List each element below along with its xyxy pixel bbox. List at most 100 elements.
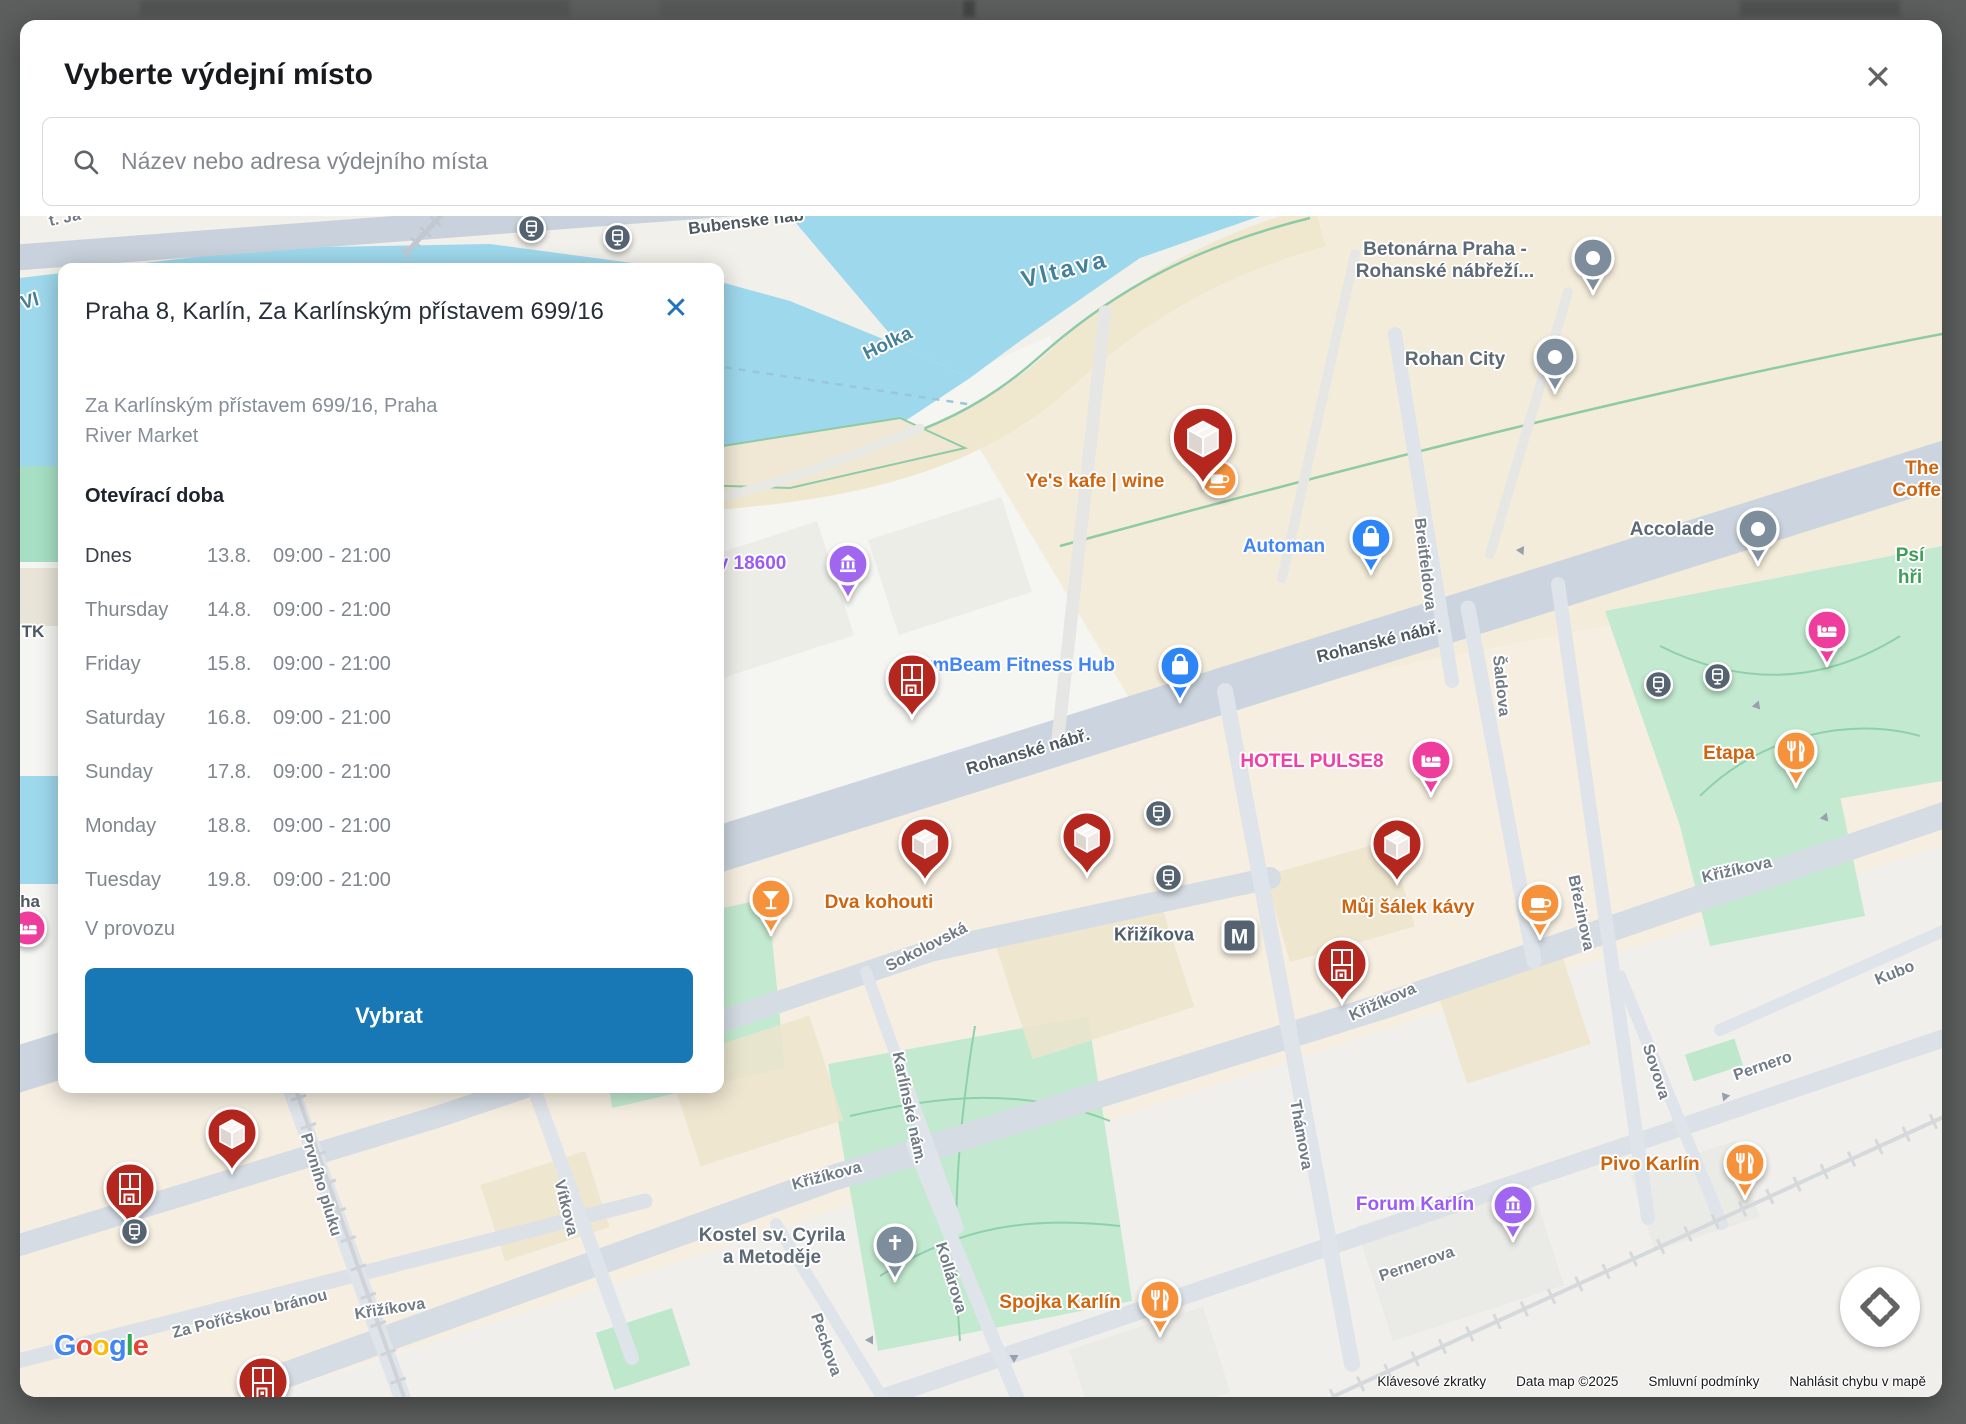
hours-time: 09:00 - 21:00 (273, 761, 585, 784)
poi-label-betonarna: Betonárna Praha - Rohanské nábřeží... (1356, 239, 1534, 283)
restaurant-pin-etapa[interactable] (1772, 728, 1820, 790)
transit-stop-icon[interactable] (602, 222, 633, 253)
metro-station-icon[interactable]: M (1221, 917, 1258, 954)
transit-stop-icon[interactable] (1153, 862, 1184, 893)
shop-pin-automan[interactable] (1347, 515, 1395, 577)
poi-label-spojka-karlin: Spojka Karlín (999, 1292, 1120, 1314)
opening-hours-row: Dnes 13.8. 09:00 - 21:00 (85, 529, 585, 583)
address-line: River Market (85, 421, 437, 451)
poi-label-accolade: Accolade (1630, 519, 1714, 541)
opening-hours-heading: Otevírací doba (85, 485, 224, 508)
pickup-point-pin[interactable] (896, 815, 954, 887)
pickup-point-pin[interactable] (1368, 816, 1426, 888)
hotel-pin-pulse8[interactable] (1407, 737, 1455, 799)
poi-label-kostel: Kostel sv. Cyrila a Metoděje (699, 1225, 845, 1269)
select-button[interactable]: Vybrat (85, 968, 693, 1063)
poi-label-yes-kafe: Ye's kafe | wine (1026, 471, 1165, 493)
church-pin-kostel[interactable] (871, 1222, 919, 1284)
restaurant-pin-pivo-karlin[interactable] (1721, 1140, 1769, 1202)
hours-day: Friday (85, 653, 207, 676)
card-close-button[interactable]: ✕ (656, 289, 696, 329)
poi-label-pivo-karlin: Pivo Karlín (1600, 1154, 1699, 1176)
hours-day: Saturday (85, 707, 207, 730)
hours-date: 16.8. (207, 707, 273, 730)
poi-label-dva-kohouti: Dva kohouti (825, 892, 934, 914)
google-logo[interactable]: Google (54, 1330, 148, 1363)
background-blob (963, 0, 975, 17)
background-blob (660, 0, 960, 16)
parcel-box-pin[interactable] (883, 651, 941, 723)
modal-close-button[interactable]: ✕ (1854, 54, 1902, 102)
google-logo-letter: e (133, 1330, 148, 1362)
poi-pin-rohan-city[interactable] (1531, 334, 1579, 396)
fullscreen-button[interactable] (1840, 1267, 1920, 1347)
pickup-point-pin-selected[interactable] (1167, 403, 1239, 492)
attribution-link-2[interactable]: Smluvní podmínky (1648, 1374, 1759, 1389)
poi-pin-accolade[interactable] (1734, 506, 1782, 568)
restaurant-pin-spojka-karlin[interactable] (1136, 1277, 1184, 1339)
status-text: V provozu (85, 918, 175, 941)
attribution-link-3[interactable]: Nahlásit chybu v mapě (1789, 1374, 1926, 1389)
poi-label-muj-salek-kavy: Můj šálek kávy (1341, 897, 1474, 919)
background-blob (1740, 0, 1900, 16)
metro-station-label: Křižíkova (1114, 925, 1194, 946)
shop-pin-gymbeam[interactable] (1156, 643, 1204, 705)
pickup-point-modal: Vyberte výdejní místo ✕ (20, 20, 1942, 1397)
google-logo-letter: g (109, 1330, 126, 1362)
poi-label-18600: v 18600 (718, 553, 787, 575)
poi-label-rohan-city: Rohan City (1405, 349, 1505, 371)
pickup-point-info-card: Praha 8, Karlín, Za Karlínským přístavem… (58, 263, 724, 1093)
search-box[interactable] (42, 117, 1920, 206)
bar-pin-dva-kohouti[interactable] (747, 876, 795, 938)
transit-stop-icon[interactable] (119, 1216, 150, 1247)
svg-text:M: M (1230, 925, 1248, 948)
transit-stop-icon[interactable] (1643, 669, 1674, 700)
museum-pin-18600[interactable] (824, 541, 872, 603)
parcel-box-pin[interactable] (234, 1354, 292, 1397)
hotel-pin-right[interactable] (1803, 607, 1851, 669)
hours-day: Sunday (85, 761, 207, 784)
poi-label-hotel-pulse8: HOTEL PULSE8 (1240, 751, 1383, 773)
hotel-marker-left-edge[interactable] (20, 906, 50, 950)
opening-hours-table: Dnes 13.8. 09:00 - 21:00 Thursday 14.8. … (85, 529, 585, 907)
poi-pin-betonarna[interactable] (1569, 235, 1617, 297)
hours-time: 09:00 - 21:00 (273, 869, 585, 892)
modal-title: Vyberte výdejní místo (64, 58, 373, 92)
hours-time: 09:00 - 21:00 (273, 545, 585, 568)
museum-pin-forum-karlin[interactable] (1489, 1182, 1537, 1244)
opening-hours-row: Sunday 17.8. 09:00 - 21:00 (85, 745, 585, 799)
hours-day: Monday (85, 815, 207, 838)
pickup-point-pin[interactable] (1058, 809, 1116, 881)
pickup-point-title: Praha 8, Karlín, Za Karlínským přístavem… (85, 295, 605, 330)
transit-stop-icon[interactable] (516, 216, 547, 244)
hours-time: 09:00 - 21:00 (273, 599, 585, 622)
google-logo-letter: o (92, 1330, 109, 1362)
poi-label-psi-hriste: Psí hři (1894, 545, 1926, 589)
hours-day: Dnes (85, 545, 207, 568)
opening-hours-row: Thursday 14.8. 09:00 - 21:00 (85, 583, 585, 637)
label-tk-partial: TK (22, 622, 45, 642)
attribution-link-1[interactable]: Data map ©2025 (1516, 1374, 1618, 1389)
pickup-point-pin[interactable] (203, 1105, 261, 1177)
hours-date: 13.8. (207, 545, 273, 568)
parcel-box-pin[interactable] (1313, 936, 1371, 1008)
search-input[interactable] (119, 147, 1919, 176)
poi-label-the-coffee: The Coffee (1892, 458, 1942, 502)
hours-time: 09:00 - 21:00 (273, 653, 585, 676)
hours-time: 09:00 - 21:00 (273, 707, 585, 730)
opening-hours-row: Friday 15.8. 09:00 - 21:00 (85, 637, 585, 691)
transit-stop-icon[interactable] (1702, 661, 1733, 692)
transit-stop-icon[interactable] (1143, 798, 1174, 829)
background-blob (140, 0, 570, 16)
hours-day: Thursday (85, 599, 207, 622)
attribution-link-0[interactable]: Klávesové zkratky (1377, 1374, 1486, 1389)
opening-hours-row: Tuesday 19.8. 09:00 - 21:00 (85, 853, 585, 907)
google-logo-letter: G (54, 1330, 76, 1362)
poi-label-etapa: Etapa (1703, 743, 1755, 765)
expand-icon (1854, 1281, 1906, 1333)
opening-hours-row: Monday 18.8. 09:00 - 21:00 (85, 799, 585, 853)
hours-date: 19.8. (207, 869, 273, 892)
pickup-point-address: Za Karlínským přístavem 699/16, Praha Ri… (85, 391, 437, 451)
google-logo-letter: o (76, 1330, 93, 1362)
cafe-pin-muj-salek-kavy[interactable] (1516, 880, 1564, 942)
